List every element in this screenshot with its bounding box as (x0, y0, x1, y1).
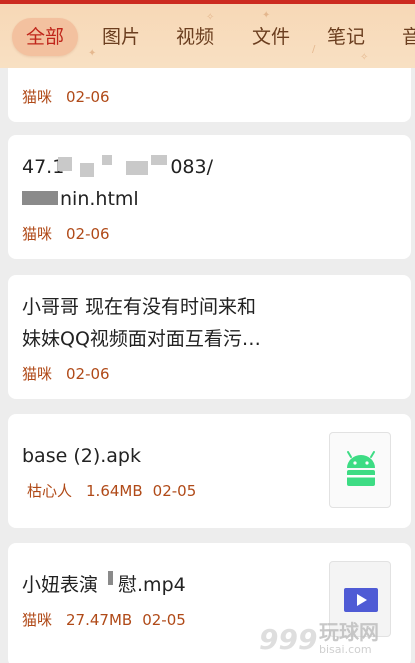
item-date: 02-05 (142, 611, 186, 629)
item-sender: 猫咪 (22, 365, 53, 383)
tab-notes[interactable]: 笔记 (327, 18, 365, 56)
item-meta: 猫咪 02-06 (22, 223, 120, 244)
item-meta: 猫咪 02-06 (22, 363, 120, 384)
item-sender: 猫咪 (22, 88, 53, 106)
item-meta: 猫咪 27.47MB 02-05 (22, 609, 196, 630)
item-title: nin.html (60, 183, 139, 215)
list-item[interactable]: 47.1 083/ nin.html 猫咪 02-06 (8, 135, 411, 259)
item-date: 02-06 (66, 88, 110, 106)
tab-images[interactable]: 图片 (102, 18, 140, 56)
item-sender: 猫咪 (22, 225, 53, 243)
item-meta: 猫咪 02-06 (22, 86, 120, 107)
item-title-line: 小妞表演 (22, 574, 99, 596)
category-tab-bar: ✦ ✧ / ✦ ✧ 全部 图片 视频 文件 笔记 音 (0, 0, 415, 68)
redaction-block (58, 157, 72, 171)
list-item[interactable]: 小哥哥 现在有没有时间来和 妹妹QQ视频面对面互看污… 猫咪 02-06 (8, 275, 411, 399)
item-title-line: 慰.mp4 (118, 574, 186, 596)
redaction-block (151, 155, 167, 165)
item-title: 小妞表演 慰.mp4 (22, 569, 186, 601)
redaction-block (108, 571, 113, 585)
favorites-list: 猫咪 02-06 47.1 083/ nin.html 猫咪 02-06 小哥哥 现在… (0, 68, 415, 663)
tab-videos[interactable]: 视频 (176, 18, 214, 56)
redaction-block (102, 155, 112, 165)
item-date: 02-05 (152, 482, 197, 500)
redaction-block (80, 163, 94, 177)
item-size: 1.64MB (86, 482, 143, 500)
list-item[interactable]: 猫咪 02-06 (8, 68, 411, 122)
item-meta: 枯心人 1.64MB 02-05 (27, 480, 206, 501)
tab-all[interactable]: 全部 (12, 18, 79, 56)
item-sender: 猫咪 (22, 611, 53, 629)
item-title: 47.1 083/ (22, 151, 213, 183)
android-icon (347, 451, 375, 486)
item-title: 妹妹QQ视频面对面互看污… (22, 328, 261, 350)
item-title: 小哥哥 现在有没有时间来和 (22, 296, 257, 318)
item-title-line: 083/ (170, 156, 213, 178)
item-date: 02-06 (66, 225, 110, 243)
item-size: 27.47MB (66, 611, 133, 629)
decoration-dot: ✦ (88, 48, 97, 59)
item-title-line: nin.html (60, 188, 139, 210)
redaction-block (126, 161, 148, 175)
tab-files[interactable]: 文件 (252, 18, 290, 56)
file-thumbnail[interactable] (329, 432, 391, 508)
item-date: 02-06 (66, 365, 110, 383)
watermark-logo: 999 玩球网 bisai.com (257, 617, 407, 657)
item-sender: 枯心人 (27, 482, 73, 500)
watermark-text: 玩球网 (319, 620, 379, 644)
watermark-latin: bisai.com (319, 643, 372, 656)
tab-audio[interactable]: 音 (402, 18, 415, 56)
list-item[interactable]: base (2).apk 枯心人 1.64MB 02-05 (8, 414, 411, 528)
redaction-block (22, 191, 58, 205)
watermark-number: 999 (259, 623, 317, 656)
decoration-dot: / (312, 44, 316, 55)
item-title: base (2).apk (22, 445, 141, 467)
